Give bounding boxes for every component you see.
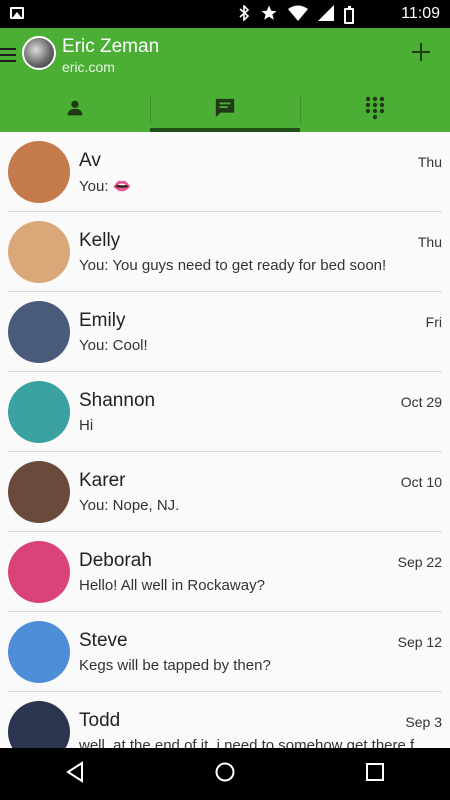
message-date: Sep 22 — [397, 554, 442, 570]
conversation-row[interactable]: Av Thu You: 👄 — [8, 132, 442, 212]
gallery-notification-icon — [10, 7, 24, 19]
tab-dialpad[interactable] — [300, 88, 450, 132]
message-snippet: You: Nope, NJ. — [79, 497, 180, 514]
dialpad-icon — [364, 96, 386, 125]
conversation-row[interactable]: Deborah Sep 22 Hello! All well in Rockaway… — [8, 532, 442, 612]
message-date: Oct 29 — [400, 394, 442, 410]
contact-avatar — [8, 381, 70, 443]
contact-name: Deborah — [79, 550, 152, 571]
message-date: Thu — [417, 154, 442, 170]
message-snippet: You: Cool! — [79, 337, 148, 354]
battery-icon — [344, 5, 354, 24]
tab-divider — [150, 96, 151, 124]
contact-name: Emily — [79, 310, 126, 331]
back-button[interactable] — [55, 754, 95, 794]
message-date: Sep 3 — [405, 714, 442, 730]
message-date: Sep 12 — [397, 634, 442, 650]
message-date: Fri — [425, 314, 442, 330]
message-date: Thu — [417, 234, 442, 250]
contact-avatar — [8, 461, 70, 523]
conversation-row[interactable]: Steve Sep 12 Kegs will be tapped by then? — [8, 612, 442, 692]
recents-button[interactable] — [355, 754, 395, 794]
message-snippet: You: You guys need to get ready for bed … — [79, 257, 387, 274]
plus-icon[interactable] — [412, 43, 430, 61]
navigation-bar — [0, 748, 450, 800]
contact-avatar — [8, 541, 70, 603]
status-time: 11:09 — [401, 5, 440, 22]
message-icon — [213, 97, 237, 124]
account-name: Eric Zeman — [62, 36, 160, 57]
account-email: eric.com — [62, 59, 115, 75]
status-icons — [238, 4, 354, 27]
status-bar: 11:09 — [0, 0, 450, 28]
message-snippet: Hello! All well in Rockaway? — [79, 577, 265, 594]
contact-name: Av — [79, 150, 101, 171]
bluetooth-icon — [238, 4, 250, 26]
back-icon — [64, 760, 86, 788]
contact-name: Todd — [79, 710, 121, 731]
signal-icon — [318, 5, 334, 26]
message-snippet: well, at the end of it, i need to someho… — [79, 737, 415, 748]
app-header: Eric Zeman eric.com — [0, 28, 450, 132]
contact-name: Kelly — [79, 230, 121, 251]
recents-icon — [365, 762, 385, 787]
person-icon — [64, 97, 86, 124]
contact-name: Shannon — [79, 390, 156, 411]
hamburger-icon[interactable] — [0, 48, 16, 62]
message-snippet: Hi — [79, 417, 94, 434]
contact-name: Steve — [79, 630, 128, 651]
home-button[interactable] — [205, 754, 245, 794]
conversation-row[interactable]: Todd Sep 3 well, at the end of it, i need … — [8, 692, 442, 748]
tab-messages[interactable] — [150, 88, 300, 132]
contact-avatar — [8, 141, 70, 203]
account-avatar[interactable] — [22, 36, 56, 70]
tab-divider — [300, 96, 301, 124]
message-snippet: Kegs will be tapped by then? — [79, 657, 271, 674]
contact-avatar — [8, 301, 70, 363]
tab-bar — [0, 88, 450, 132]
conversation-row[interactable]: Emily Fri You: Cool! — [8, 292, 442, 372]
contact-name: Karer — [79, 470, 126, 491]
conversation-list[interactable]: Av Thu You: 👄 Kelly Thu You: You guys need to… — [0, 132, 450, 748]
tab-contacts[interactable] — [0, 88, 150, 132]
home-icon — [214, 761, 236, 788]
message-date: Oct 10 — [400, 474, 442, 490]
message-snippet: You: 👄 — [79, 178, 132, 195]
wifi-icon — [288, 5, 308, 26]
conversation-row[interactable]: Shannon Oct 29 Hi — [8, 372, 442, 452]
contact-avatar — [8, 701, 70, 748]
contact-avatar — [8, 221, 70, 283]
contact-avatar — [8, 621, 70, 683]
conversation-row[interactable]: Kelly Thu You: You guys need to get ready … — [8, 212, 442, 292]
conversation-row[interactable]: Karer Oct 10 You: Nope, NJ. — [8, 452, 442, 532]
star-icon — [260, 4, 278, 27]
